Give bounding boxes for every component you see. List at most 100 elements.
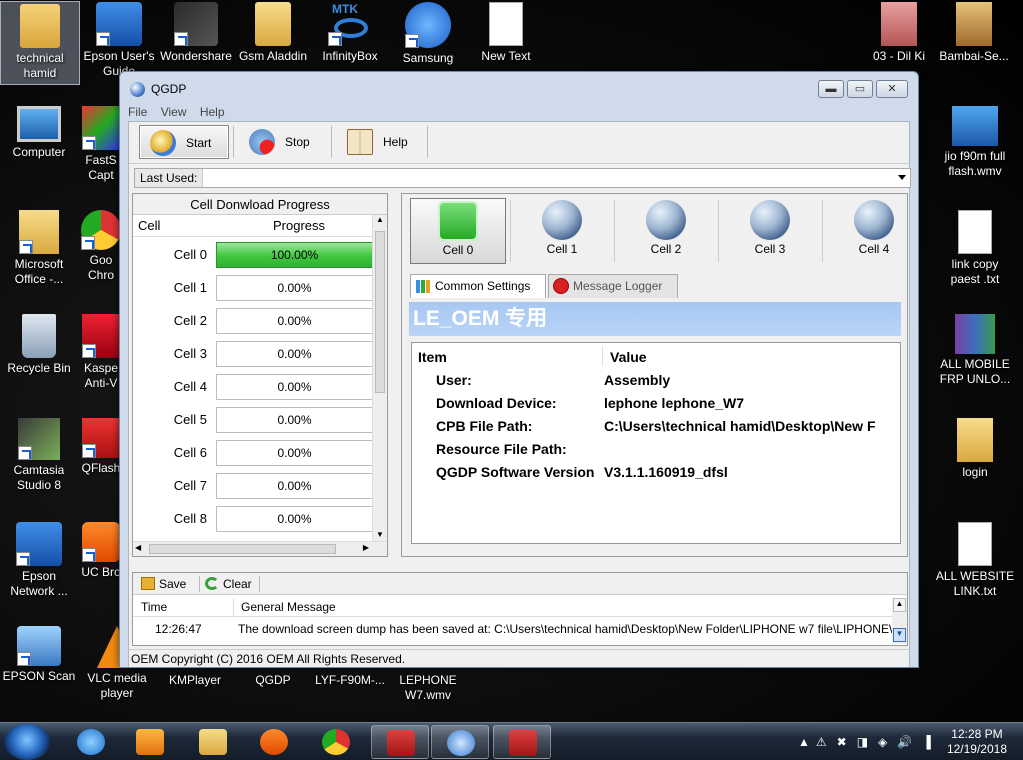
- desktop-icon-kaspersky[interactable]: Kaspe Anti-V: [80, 314, 122, 391]
- cell-name: Cell 8: [173, 511, 207, 526]
- clear-log-button[interactable]: Clear: [205, 576, 252, 592]
- desktop-icon-login[interactable]: login: [935, 418, 1015, 480]
- bar-chart-icon: [416, 280, 430, 293]
- camtasia-icon: [18, 418, 60, 460]
- desktop-icon-camtasia[interactable]: Camtasia Studio 8: [0, 418, 78, 493]
- taskbar-clock[interactable]: 12:28 PM 12/19/2018: [947, 727, 1007, 757]
- taskbar-media-player[interactable]: [121, 725, 179, 759]
- scroll-up-arrow-icon[interactable]: ▲: [374, 215, 386, 227]
- desktop-icon-technical-hamid[interactable]: technical hamid: [0, 1, 80, 85]
- cell-button-1[interactable]: Cell 1: [514, 198, 610, 264]
- cell-button-0[interactable]: Cell 0: [410, 198, 506, 264]
- column-progress: Progress: [273, 218, 326, 233]
- log-panel: Save Clear Time General Message 12:26:47…: [132, 572, 908, 646]
- desktop-icon-qflash[interactable]: QFlash: [80, 418, 122, 476]
- taskbar-internet-explorer[interactable]: [62, 725, 120, 759]
- close-button[interactable]: ✕: [876, 80, 908, 98]
- tray-icons[interactable]: ⚠✖◨◈🔊▐: [816, 735, 941, 749]
- desktop-icon-label: LEPHONE W7.wmv: [399, 673, 457, 702]
- desktop-icon-samsung[interactable]: Samsung: [389, 2, 467, 66]
- progress-row[interactable]: Cell 6 0.00%: [133, 436, 373, 469]
- desktop-icon-all-website-link[interactable]: ALL WEBSITE LINK.txt: [935, 522, 1015, 599]
- system-tray[interactable]: ▲⚠✖◨◈🔊▐: [798, 735, 941, 749]
- save-log-button[interactable]: Save: [141, 576, 186, 592]
- title-bar[interactable]: QGDP ▬ ▭ ✕: [120, 72, 918, 106]
- cell-button-2[interactable]: Cell 2: [618, 198, 714, 264]
- tab-message-logger[interactable]: Message Logger: [548, 274, 678, 298]
- progress-row[interactable]: Cell 0 100.00%: [133, 238, 373, 271]
- qflash-icon: [82, 418, 120, 458]
- progress-row[interactable]: Cell 4 0.00%: [133, 370, 373, 403]
- progress-row[interactable]: Cell 2 0.00%: [133, 304, 373, 337]
- desktop-icon-link-copy[interactable]: link copy paest .txt: [935, 210, 1015, 287]
- progress-horizontal-scrollbar[interactable]: ◀ ▶: [133, 541, 387, 556]
- taskbar-qgdp[interactable]: [431, 725, 489, 759]
- desktop-icon-computer[interactable]: Computer: [0, 106, 78, 160]
- desktop-icon-wondershare[interactable]: Wondershare: [157, 2, 235, 64]
- stop-button[interactable]: Stop: [239, 125, 329, 159]
- tab-common-settings[interactable]: Common Settings: [410, 274, 546, 299]
- progress-row[interactable]: Cell 5 0.00%: [133, 403, 373, 436]
- help-button[interactable]: Help: [337, 125, 427, 159]
- scroll-down-arrow-icon[interactable]: ▼: [893, 628, 906, 642]
- taskbar-toolbox-1[interactable]: [371, 725, 429, 759]
- scrollbar-thumb[interactable]: [375, 231, 385, 393]
- clock-date: 12/19/2018: [946, 742, 1007, 756]
- desktop-icon-infinitybox[interactable]: MTK InfinityBox: [311, 2, 389, 64]
- menu-help[interactable]: Help: [200, 105, 225, 119]
- desktop-icon-dil-ki[interactable]: 03 - Dil Ki ...: [860, 2, 938, 79]
- desktop-icon-bambai-se[interactable]: Bambai-Se...: [935, 2, 1013, 64]
- progress-row[interactable]: Cell 8 0.00%: [133, 502, 373, 535]
- media-player-icon: [136, 729, 164, 755]
- progress-row[interactable]: Cell 7 0.00%: [133, 469, 373, 502]
- chevron-down-icon[interactable]: [898, 175, 906, 180]
- desktop-icon-epson-scan[interactable]: EPSON Scan: [0, 626, 78, 684]
- desktop-icon-gsm-aladdin[interactable]: Gsm Aladdin: [234, 2, 312, 64]
- desktop-icon-label: InfinityBox: [322, 49, 378, 63]
- windows-start-button[interactable]: [4, 724, 50, 760]
- cell-separator: [510, 200, 511, 262]
- scrollbar-thumb[interactable]: [149, 544, 336, 554]
- video-thumbnail-icon: [881, 2, 917, 46]
- desktop-icon-epson-guide[interactable]: Epson User's Guide: [80, 2, 158, 79]
- desktop-icon-label: login: [962, 465, 988, 479]
- start-button-label: Start: [186, 136, 212, 150]
- taskbar-uc-browser[interactable]: [245, 725, 303, 759]
- scroll-right-arrow-icon[interactable]: ▶: [363, 543, 369, 552]
- cell-button-3[interactable]: Cell 3: [722, 198, 818, 264]
- settings-row: QGDP Software Version V3.1.1.160919_dfsl: [412, 461, 900, 484]
- scroll-up-arrow-icon[interactable]: ▲: [893, 598, 906, 612]
- desktop-icon-recycle-bin[interactable]: Recycle Bin: [0, 314, 78, 376]
- desktop-icon-all-mobile-frp[interactable]: ALL MOBILE FRP UNLO...: [935, 314, 1015, 387]
- desktop-icon-new-text[interactable]: New Text: [467, 2, 545, 64]
- maximize-button[interactable]: ▭: [847, 80, 873, 98]
- log-scrollbar[interactable]: ▲ ▼: [892, 598, 907, 644]
- cell-label: Cell 1: [546, 242, 578, 256]
- menu-file[interactable]: File: [128, 105, 147, 119]
- minimize-button[interactable]: ▬: [818, 80, 844, 98]
- setting-item: Resource File Path:: [436, 441, 567, 457]
- start-button[interactable]: Start: [139, 125, 229, 159]
- start-gear-icon: [150, 130, 176, 156]
- progress-row[interactable]: Cell 3 0.00%: [133, 337, 373, 370]
- column-divider: [602, 346, 603, 366]
- desktop-icon-jio-f90m[interactable]: jio f90m full flash.wmv: [935, 106, 1015, 179]
- log-toolbar-separator: [259, 576, 260, 592]
- taskbar-toolbox-2[interactable]: [493, 725, 551, 759]
- progress-row[interactable]: Cell 1 0.00%: [133, 271, 373, 304]
- scroll-left-arrow-icon[interactable]: ◀: [135, 543, 141, 552]
- desktop-icon-chrome[interactable]: Goo Chro: [80, 210, 122, 283]
- taskbar-file-explorer[interactable]: [184, 725, 242, 759]
- cell-button-4[interactable]: Cell 4: [826, 198, 922, 264]
- taskbar-chrome[interactable]: [307, 725, 365, 759]
- desktop-icon-epson-network[interactable]: Epson Network ...: [0, 522, 78, 599]
- desktop-icon-uc-browser[interactable]: UC Bro: [80, 522, 122, 580]
- desktop-icon-ms-office[interactable]: Microsoft Office -...: [0, 210, 78, 287]
- log-row[interactable]: 12:26:47 The download screen dump has be…: [133, 620, 893, 638]
- cell-label: Cell 2: [650, 242, 682, 256]
- menu-view[interactable]: View: [161, 105, 187, 119]
- last-used-combobox[interactable]: Last Used:: [134, 168, 911, 188]
- progress-vertical-scrollbar[interactable]: ▲ ▼: [372, 215, 387, 542]
- tray-expand-icon[interactable]: ▲: [798, 735, 816, 749]
- desktop-icon-faststone[interactable]: FastS Capt: [80, 106, 122, 183]
